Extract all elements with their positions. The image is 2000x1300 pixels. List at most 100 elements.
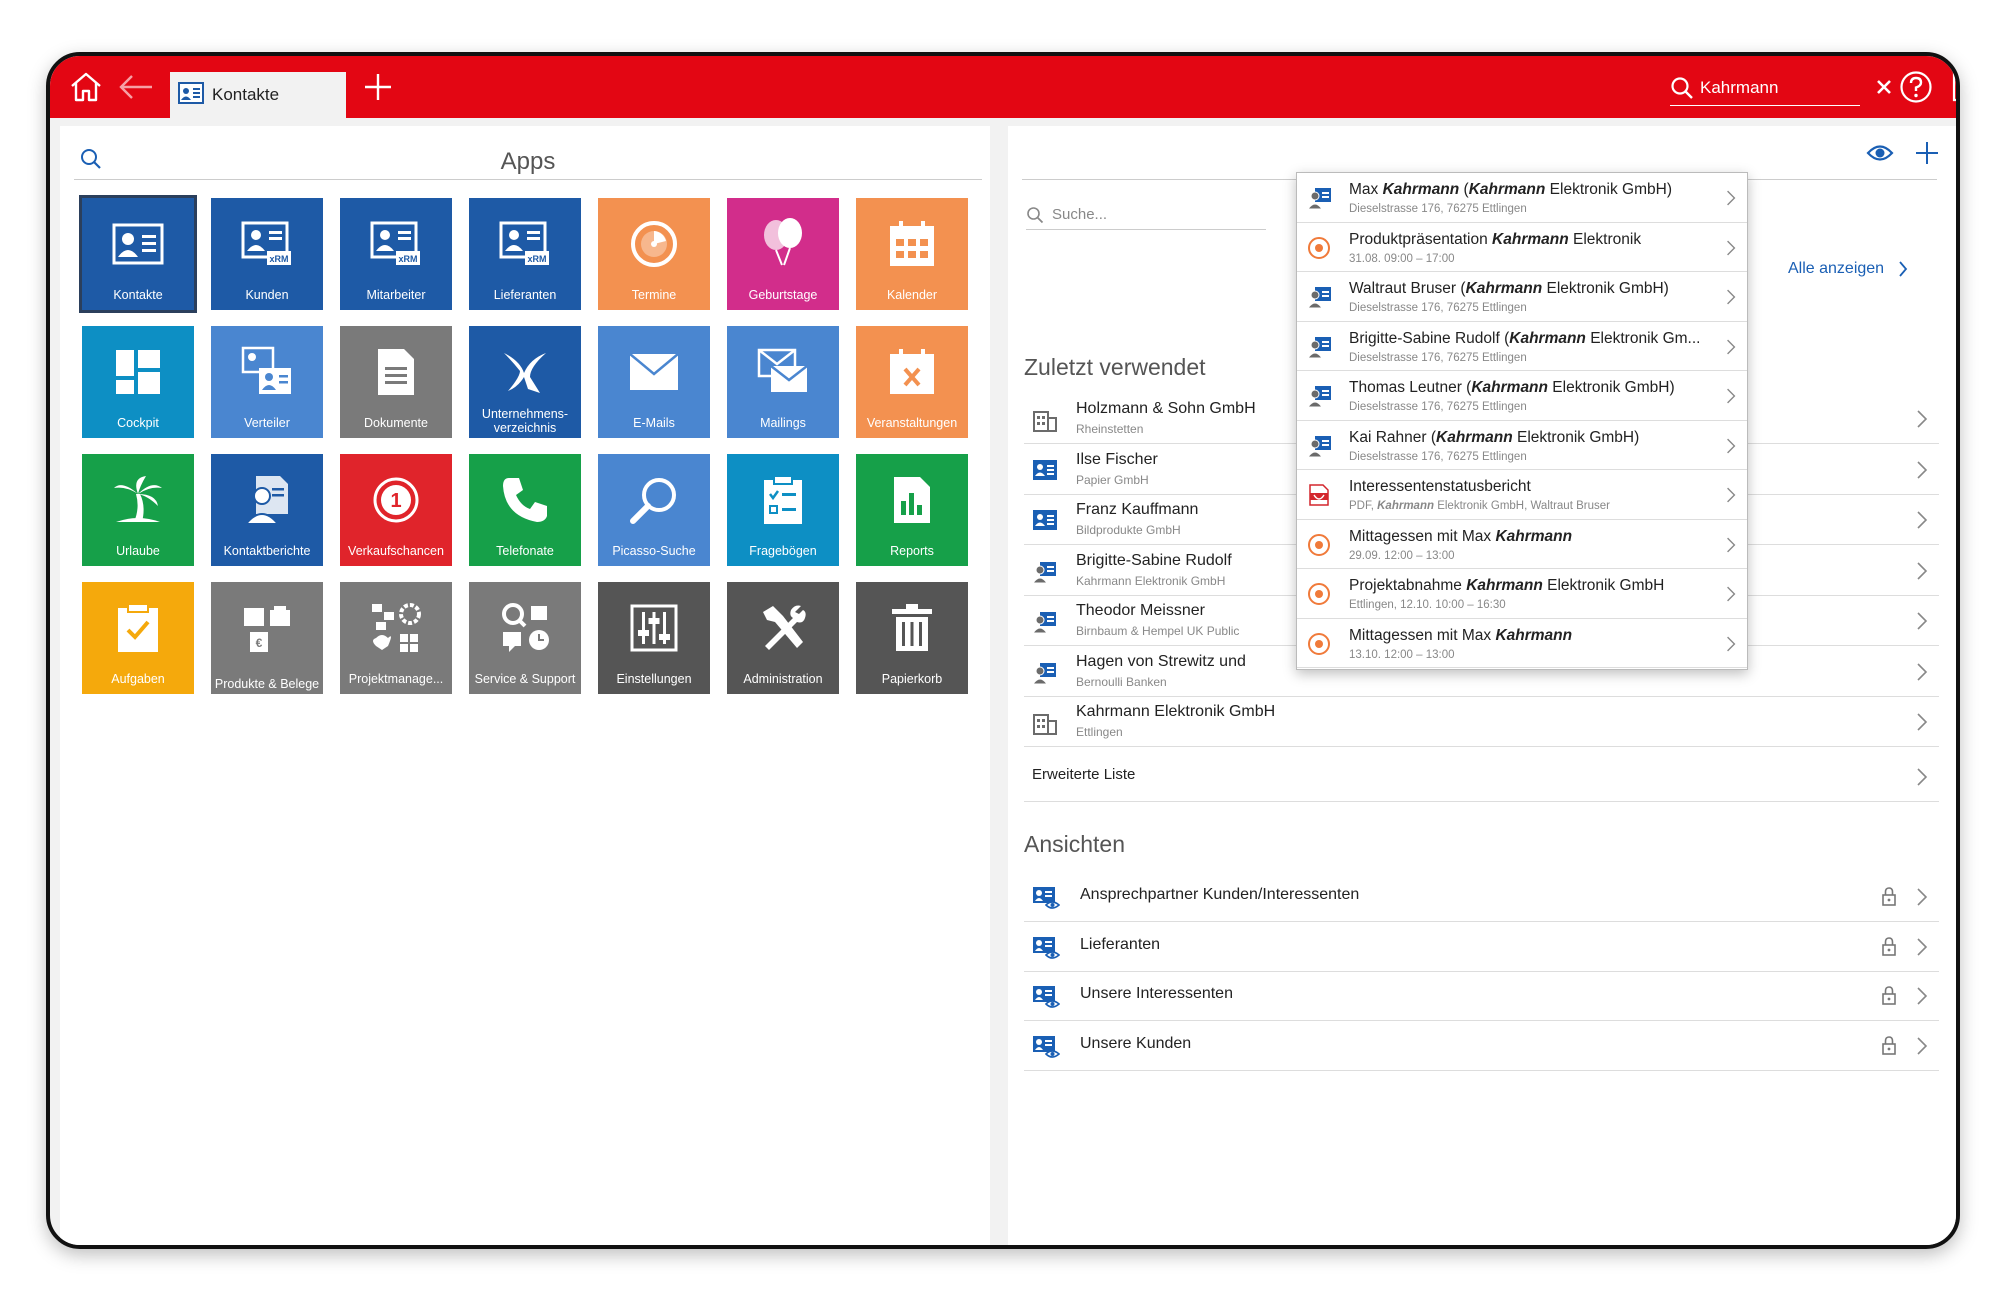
recent-subtitle: Bildprodukte GmbH	[1076, 523, 1181, 537]
search-result-item[interactable]: Thomas Leutner (Kahrmann Elektronik GmbH…	[1297, 371, 1747, 421]
app-tile-verkaufschancen[interactable]: 1 Verkaufschancen	[340, 454, 452, 566]
app-tile-fragebögen[interactable]: Fragebögen	[727, 454, 839, 566]
lock-icon	[1881, 886, 1897, 906]
show-all-link[interactable]: Alle anzeigen	[1788, 260, 1908, 278]
chevron-right-icon	[1917, 768, 1928, 786]
add-tab-icon[interactable]	[358, 68, 398, 106]
products-icon: €	[239, 600, 295, 656]
view-row[interactable]: Lieferanten	[1024, 922, 1939, 972]
app-tile-administration[interactable]: Administration	[727, 582, 839, 694]
app-tile-lieferanten[interactable]: xRM Lieferanten	[469, 198, 581, 310]
person-card-icon	[1307, 186, 1331, 210]
contact-search-input[interactable]: Suche...	[1026, 200, 1266, 230]
eye-icon[interactable]	[1866, 142, 1894, 164]
app-tile-reports[interactable]: Reports	[856, 454, 968, 566]
xrm-card-icon: xRM	[239, 216, 295, 272]
help-icon[interactable]	[1896, 68, 1936, 106]
chevron-right-icon	[1725, 633, 1737, 655]
chevron-right-icon	[1915, 459, 1929, 481]
chevron-right-icon	[1915, 886, 1929, 908]
app-tile-telefonate[interactable]: Telefonate	[469, 454, 581, 566]
app-tile-label: Lieferanten	[493, 288, 557, 302]
building-icon	[1032, 711, 1058, 735]
search-result-item[interactable]: Kai Rahner (Kahrmann Elektronik GmbH) Die…	[1297, 421, 1747, 470]
svg-text:€: €	[256, 636, 263, 650]
back-arrow-icon[interactable]	[116, 68, 156, 106]
search-result-subtitle-part: 13.10. 12:00 – 13:00	[1349, 648, 1455, 661]
app-tile-projektmanage[interactable]: Projektmanage...	[340, 582, 452, 694]
search-result-title-part: Interessentenstatusbericht	[1349, 478, 1531, 495]
app-tile-label: Reports	[890, 544, 934, 558]
app-tile-aufgaben[interactable]: Aufgaben	[82, 582, 194, 694]
app-tile-label: Geburtstage	[748, 288, 818, 302]
app-tile-picasso-suche[interactable]: Picasso-Suche	[598, 454, 710, 566]
app-tile-label: E-Mails	[633, 416, 675, 430]
search-result-title-part: Kahrmann	[1471, 379, 1548, 396]
search-result-item[interactable]: Projektabnahme Kahrmann Elektronik GmbH E…	[1297, 569, 1747, 619]
search-result-item[interactable]: Mittagessen mit Max Kahrmann 13.10. 12:00…	[1297, 619, 1747, 668]
view-row[interactable]: Unsere Interessenten	[1024, 971, 1939, 1021]
app-tile-mailings[interactable]: Mailings	[727, 326, 839, 438]
app-tile-kunden[interactable]: xRM Kunden	[211, 198, 323, 310]
apps-title: Apps	[500, 148, 556, 175]
home-icon[interactable]	[66, 68, 106, 106]
reports-icon	[884, 472, 940, 528]
search-result-title-part: Mittagessen mit Max	[1349, 626, 1496, 644]
search-result-title: Brigitte-Sabine Rudolf (Kahrmann Elektro…	[1349, 330, 1709, 348]
app-tile-label: Dokumente	[364, 416, 428, 430]
search-result-item[interactable]: Produktpräsentation Kahrmann Elektronik 3…	[1297, 223, 1747, 272]
report-person-icon	[239, 472, 295, 528]
search-result-item[interactable]: Interessentenstatusbericht PDF, Kahrmann …	[1297, 470, 1747, 520]
search-icon	[1671, 76, 1693, 99]
app-tile-mitarbeiter[interactable]: xRM Mitarbeiter	[340, 198, 452, 310]
person-card-icon	[1307, 285, 1331, 309]
search-result-item[interactable]: Brigitte-Sabine Rudolf (Kahrmann Elektro…	[1297, 322, 1747, 371]
extended-list-row[interactable]: Erweiterte Liste	[1024, 752, 1939, 802]
app-tile-einstellungen[interactable]: Einstellungen	[598, 582, 710, 694]
search-result-title-part: Kahrmann	[1436, 428, 1513, 446]
add-icon[interactable]	[1914, 140, 1940, 166]
app-tile-papierkorb[interactable]: Papierkorb	[856, 582, 968, 694]
recent-row[interactable]: Kahrmann Elektronik GmbH Ettlingen	[1024, 697, 1939, 747]
search-result-item[interactable]: Max Kahrmann (Kahrmann Elektronik GmbH) D…	[1297, 173, 1747, 223]
app-tile-unternehmens-verzeichnis[interactable]: Unternehmens-verzeichnis	[469, 326, 581, 438]
logout-icon[interactable]	[1946, 68, 1956, 106]
app-tile-veranstaltungen[interactable]: Veranstaltungen	[856, 326, 968, 438]
contact-card-icon	[1032, 509, 1058, 533]
chevron-right-icon	[1725, 435, 1737, 457]
global-search-input[interactable]: Kahrmann	[1670, 70, 1860, 106]
search-result-title: Mittagessen mit Max Kahrmann	[1349, 627, 1709, 645]
app-tile-geburtstage[interactable]: Geburtstage	[727, 198, 839, 310]
recent-title: Kahrmann Elektronik GmbH	[1076, 703, 1276, 720]
search-result-title-part: Mittagessen mit Max	[1349, 527, 1496, 545]
search-result-title: Kai Rahner (Kahrmann Elektronik GmbH)	[1349, 429, 1709, 447]
app-tile-kontaktberichte[interactable]: Kontaktberichte	[211, 454, 323, 566]
search-result-title-part: Kahrmann	[1466, 577, 1543, 594]
app-tile-termine[interactable]: Termine	[598, 198, 710, 310]
search-placeholder: Suche...	[1052, 206, 1108, 223]
search-result-subtitle: 13.10. 12:00 – 13:00	[1349, 649, 1455, 661]
app-tile-kalender[interactable]: Kalender	[856, 198, 968, 310]
recent-title: Hagen von Strewitz und	[1076, 652, 1246, 670]
tab-kontakte[interactable]: Kontakte	[170, 72, 346, 118]
search-result-subtitle: Dieselstrasse 176, 76275 Ettlingen	[1349, 401, 1527, 413]
view-row[interactable]: Unsere Kunden	[1024, 1021, 1939, 1071]
app-tile-label: Fragebögen	[749, 544, 817, 558]
app-tile-e-mails[interactable]: E-Mails	[598, 326, 710, 438]
app-tile-produkte-belege[interactable]: € Produkte & Belege	[211, 582, 323, 694]
app-tile-urlaube[interactable]: Urlaube	[82, 454, 194, 566]
search-result-item[interactable]: Waltraut Bruser (Kahrmann Elektronik Gmb…	[1297, 272, 1747, 322]
search-result-subtitle: Dieselstrasse 176, 76275 Ettlingen	[1349, 451, 1527, 463]
chevron-right-icon	[1915, 661, 1929, 683]
view-title: Unsere Interessenten	[1080, 985, 1233, 1002]
search-result-item[interactable]: Mittagessen mit Max Kahrmann 29.09. 12:00…	[1297, 520, 1747, 569]
chevron-right-icon	[1915, 408, 1929, 430]
search-result-title-part: Elektronik GmbH)	[1512, 428, 1640, 446]
app-tile-dokumente[interactable]: Dokumente	[340, 326, 452, 438]
app-tile-kontakte[interactable]: Kontakte	[79, 195, 197, 313]
search-result-subtitle-part: Dieselstrasse 176, 76275 Ettlingen	[1349, 351, 1527, 364]
view-row[interactable]: Ansprechpartner Kunden/Interessenten	[1024, 872, 1939, 922]
app-tile-cockpit[interactable]: Cockpit	[82, 326, 194, 438]
app-tile-service-support[interactable]: Service & Support	[469, 582, 581, 694]
app-tile-verteiler[interactable]: Verteiler	[211, 326, 323, 438]
